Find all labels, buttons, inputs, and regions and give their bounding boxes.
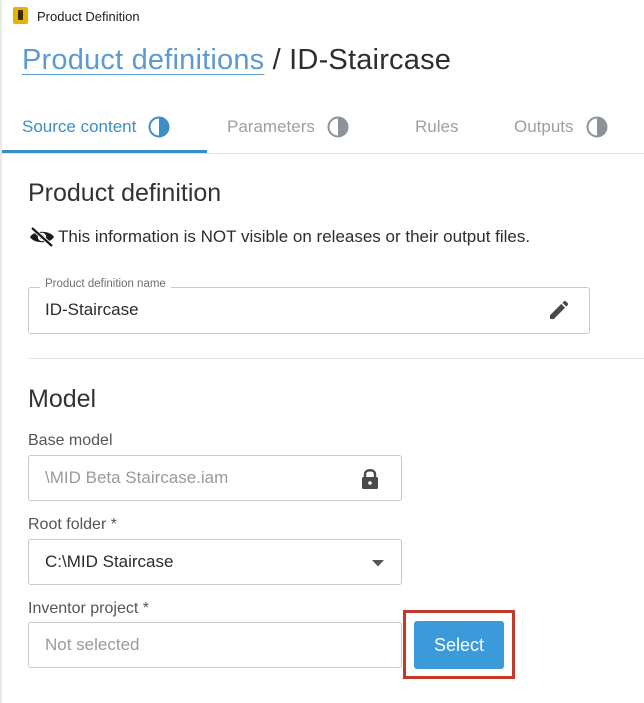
inventor-app-icon: [13, 7, 28, 24]
root-folder-label: Root folder *: [28, 516, 117, 533]
section-divider: [28, 358, 644, 359]
inventor-project-field[interactable]: Not selected: [28, 622, 402, 668]
active-tab-indicator: [2, 150, 207, 153]
window-title: Product Definition: [37, 9, 140, 24]
lock-icon: [362, 469, 378, 489]
tab-label: Outputs: [514, 116, 574, 136]
breadcrumb-link-product-definitions[interactable]: Product definitions: [22, 44, 264, 76]
section-title-model: Model: [28, 385, 97, 413]
select-button[interactable]: Select: [414, 621, 504, 669]
field-value: C:\MID Staircase: [45, 552, 174, 571]
pencil-icon[interactable]: [547, 300, 569, 322]
breadcrumb-separator: /: [264, 44, 290, 76]
base-model-field: \MID Beta Staircase.iam: [28, 455, 402, 501]
field-legend: Product definition name: [40, 278, 171, 290]
root-folder-select[interactable]: C:\MID Staircase: [28, 539, 402, 585]
half-circle-icon: [327, 116, 349, 137]
tab-outputs[interactable]: Outputs: [514, 103, 608, 150]
eye-off-icon: [30, 226, 54, 248]
title-bar: Product Definition: [0, 0, 644, 34]
section-title-product-definition: Product definition: [28, 179, 222, 207]
tab-label: Parameters: [227, 116, 315, 136]
breadcrumb: Product definitions / ID-Staircase: [22, 44, 451, 77]
field-value: ID-Staircase: [45, 300, 139, 319]
half-circle-icon: [148, 116, 170, 137]
chevron-down-icon: [372, 560, 384, 567]
field-value: \MID Beta Staircase.iam: [45, 468, 229, 487]
inventor-project-label: Inventor project *: [28, 600, 149, 617]
tab-label: Source content: [22, 116, 137, 136]
visibility-notice: This information is NOT visible on relea…: [28, 226, 530, 248]
tab-source-content[interactable]: Source content: [22, 103, 170, 150]
product-definition-name-field[interactable]: Product definition name ID-Staircase: [28, 278, 590, 334]
tab-rules[interactable]: Rules: [415, 103, 458, 150]
notice-text: This information is NOT visible on relea…: [58, 227, 531, 246]
tab-bar: Source content Parameters Rules Outputs: [2, 103, 644, 154]
breadcrumb-current: ID-Staircase: [289, 44, 452, 76]
base-model-label: Base model: [28, 432, 113, 449]
half-circle-icon: [586, 116, 608, 137]
tab-label: Rules: [415, 116, 459, 136]
tab-parameters[interactable]: Parameters: [227, 103, 349, 150]
field-placeholder: Not selected: [45, 635, 140, 654]
